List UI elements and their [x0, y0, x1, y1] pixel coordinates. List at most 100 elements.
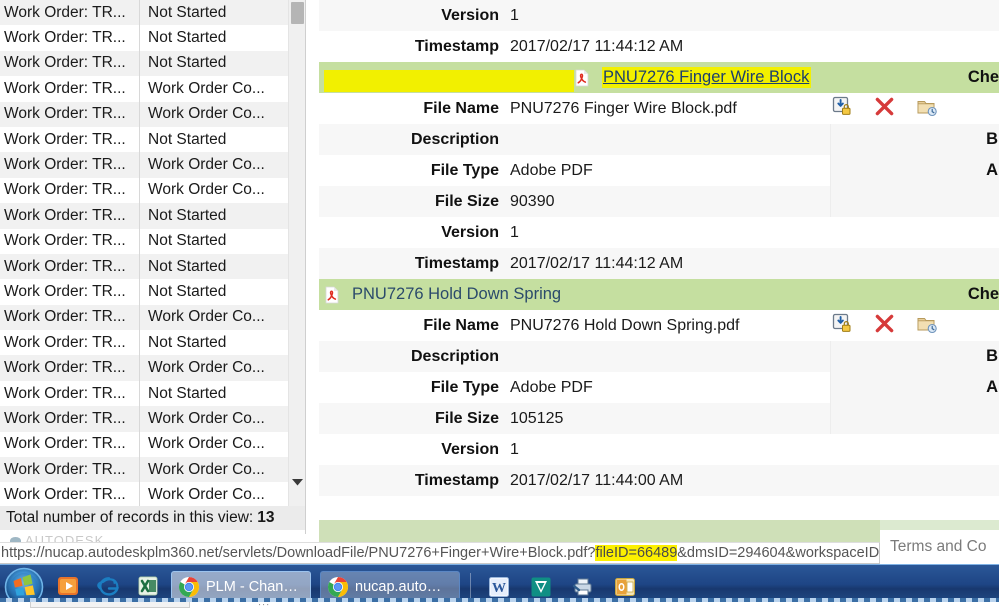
internet-explorer-icon[interactable]: [96, 574, 122, 600]
detail-row: Timestamp 2017/02/17 11:44:12 AM: [319, 31, 999, 62]
list-item[interactable]: Work Order: TR... Work Order Co...: [0, 304, 288, 331]
excel-icon[interactable]: [136, 574, 162, 600]
list-item-status: Work Order Co...: [148, 435, 265, 453]
list-item-name: Work Order: TR...: [0, 279, 140, 305]
list-item-name: Work Order: TR...: [0, 228, 140, 254]
terms-and-conditions-link[interactable]: Terms and Co: [880, 530, 999, 564]
list-item[interactable]: Work Order: TR... Not Started: [0, 0, 288, 26]
detail-row: Version 1: [319, 434, 999, 465]
list-item[interactable]: Work Order: TR... Not Started: [0, 380, 288, 407]
field-label: Description: [410, 347, 499, 365]
list-item-status: Work Order Co...: [148, 486, 265, 504]
list-item-name: Work Order: TR...: [0, 76, 140, 102]
list-item-name: Work Order: TR...: [0, 253, 140, 280]
field-value: 2017/02/17 11:44:00 AM: [510, 471, 684, 489]
chrome-icon: [328, 576, 348, 597]
file-section-body: File Name PNU7276 Hold Down Spring.pdf Des…: [319, 310, 999, 496]
list-item[interactable]: Work Order: TR... Not Started: [0, 279, 288, 305]
list-item-status: Not Started: [148, 384, 227, 402]
list-item-name: Work Order: TR...: [0, 152, 140, 178]
panel-gap: [306, 0, 319, 534]
work-order-list[interactable]: Work Order: TR... Not Started Work Order: …: [0, 0, 288, 508]
list-item-status: Work Order Co...: [148, 105, 265, 123]
check-in-lock-icon[interactable]: [832, 313, 853, 334]
media-player-icon[interactable]: [56, 574, 82, 600]
list-item[interactable]: Work Order: TR... Work Order Co...: [0, 152, 288, 178]
list-item[interactable]: Work Order: TR... Not Started: [0, 25, 288, 51]
side-field-label: B: [986, 347, 998, 365]
list-item[interactable]: Work Order: TR... Work Order Co...: [0, 431, 288, 458]
list-item[interactable]: Work Order: TR... Not Started: [0, 228, 288, 254]
records-count-value: 13: [257, 509, 275, 526]
detail-row: Version 1: [319, 0, 999, 31]
printer-icon[interactable]: [571, 575, 595, 599]
below-taskbar-box: [30, 602, 190, 608]
delete-x-icon[interactable]: [874, 313, 895, 334]
file-section-header: PNU7276 Hold Down Spring Che: [319, 279, 999, 310]
chrome-icon: [179, 576, 199, 597]
list-item[interactable]: Work Order: TR... Work Order Co...: [0, 406, 288, 432]
terms-label: Terms and Co: [890, 538, 987, 555]
file-history-icon[interactable]: [916, 96, 937, 117]
pdf-icon: [325, 286, 339, 303]
list-item-status: Not Started: [148, 54, 227, 72]
checked-out-label: Che: [967, 285, 999, 303]
vault-icon[interactable]: [529, 575, 553, 599]
list-item[interactable]: Work Order: TR... Not Started: [0, 126, 288, 153]
list-item-name: Work Order: TR...: [0, 50, 140, 77]
field-value: 1: [510, 440, 519, 458]
field-label: File Type: [430, 161, 499, 179]
list-item-status: Work Order Co...: [148, 308, 265, 326]
list-vertical-scrollbar[interactable]: [288, 0, 305, 508]
below-taskbar-ellipsis: :::: [258, 601, 271, 608]
file-section-title[interactable]: PNU7276 Finger Wire Block: [602, 67, 812, 88]
list-item[interactable]: Work Order: TR... Work Order Co...: [0, 482, 288, 508]
outlook-icon[interactable]: [613, 575, 637, 599]
list-item-name: Work Order: TR...: [0, 406, 140, 432]
check-in-lock-icon[interactable]: [832, 96, 853, 117]
list-item-name: Work Order: TR...: [0, 457, 140, 483]
side-field-label: A: [986, 161, 998, 179]
section-footer-strip-right: [880, 520, 999, 530]
delete-x-icon[interactable]: [874, 96, 895, 117]
field-value: 2017/02/17 11:44:12 AM: [510, 37, 684, 55]
list-item[interactable]: Work Order: TR... Not Started: [0, 50, 288, 77]
list-item[interactable]: Work Order: TR... Work Order Co...: [0, 76, 288, 102]
list-item-status: Work Order Co...: [148, 79, 265, 97]
pdf-icon: [575, 69, 589, 86]
file-side-panel: BA: [830, 341, 999, 434]
records-count-bar: Total number of records in this view: 13: [0, 506, 305, 530]
browser-status-bar: https://nucap.autodeskplm360.net/servlet…: [0, 542, 880, 564]
list-item-status: Not Started: [148, 232, 227, 250]
list-item-name: Work Order: TR...: [0, 330, 140, 356]
taskbar-window-label: PLM - Change ...: [206, 578, 300, 595]
side-field-label: A: [986, 378, 998, 396]
list-item[interactable]: Work Order: TR... Not Started: [0, 253, 288, 280]
field-label: File Size: [434, 409, 499, 427]
list-item[interactable]: Work Order: TR... Not Started: [0, 330, 288, 356]
taskbar-tray: W: [487, 575, 637, 599]
file-sections: PNU7276 Finger Wire Block Che File Name PNU…: [319, 62, 999, 496]
file-detail-panel: Version 1 Timestamp 2017/02/17 11:44:12 …: [319, 0, 999, 530]
field-label: Description: [410, 130, 499, 148]
scrollbar-thumb[interactable]: [291, 2, 304, 24]
file-history-icon[interactable]: [916, 313, 937, 334]
records-count-label: Total number of records in this view:: [6, 509, 254, 526]
chrome-icon: [327, 576, 349, 598]
file-action-buttons: [832, 313, 937, 334]
list-item-status: Not Started: [148, 29, 227, 47]
list-item[interactable]: Work Order: TR... Work Order Co...: [0, 355, 288, 381]
field-label: Timestamp: [414, 37, 499, 55]
list-item[interactable]: Work Order: TR... Not Started: [0, 203, 288, 229]
chevron-down-icon[interactable]: [289, 474, 305, 490]
list-item[interactable]: Work Order: TR... Work Order Co...: [0, 101, 288, 127]
field-value: 2017/02/17 11:44:12 AM: [510, 254, 684, 272]
file-section-title[interactable]: PNU7276 Hold Down Spring: [352, 285, 561, 304]
list-item[interactable]: Work Order: TR... Work Order Co...: [0, 177, 288, 204]
field-label: File Size: [434, 192, 499, 210]
word-icon[interactable]: W: [487, 575, 511, 599]
taskbar-separator: [470, 572, 471, 601]
list-item[interactable]: Work Order: TR... Work Order Co...: [0, 457, 288, 483]
list-item-status: Work Order Co...: [148, 359, 265, 377]
list-item-status: Not Started: [148, 257, 227, 275]
